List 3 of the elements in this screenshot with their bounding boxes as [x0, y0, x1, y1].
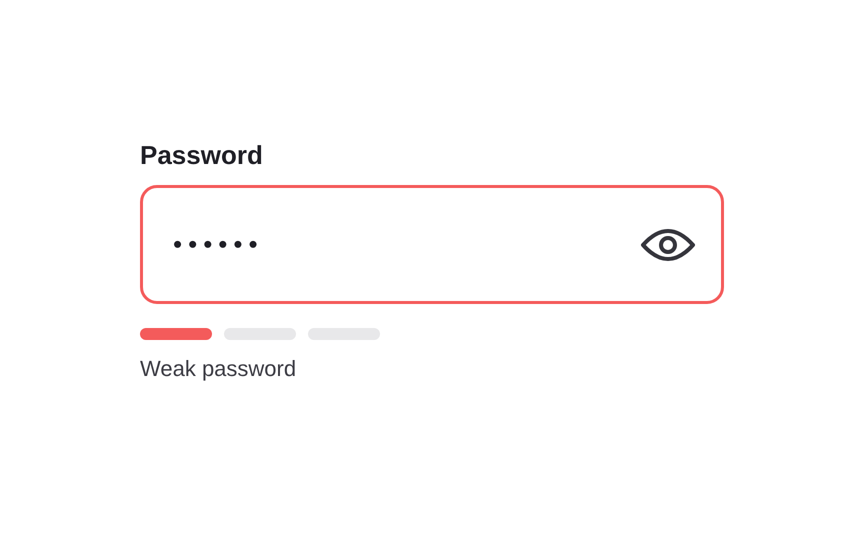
field-label: Password — [140, 140, 264, 172]
password-field[interactable]: •••••• — [140, 185, 724, 304]
strength-label: Weak password — [140, 356, 298, 383]
